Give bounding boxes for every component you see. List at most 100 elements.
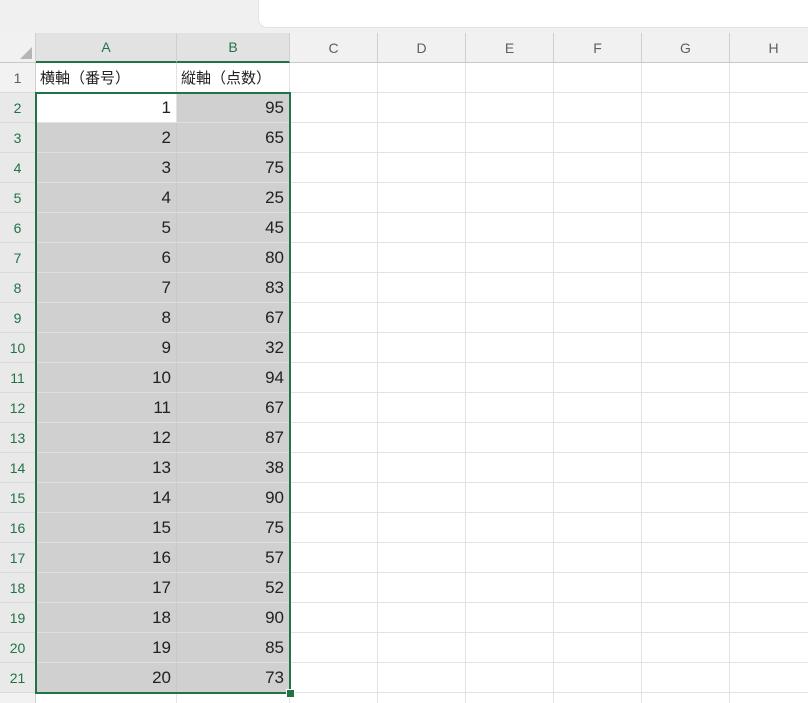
cell-D9[interactable] — [378, 303, 466, 333]
cell-E2[interactable] — [466, 93, 554, 123]
cell-D12[interactable] — [378, 393, 466, 423]
cell-B15[interactable]: 90 — [177, 483, 290, 513]
cell-E13[interactable] — [466, 423, 554, 453]
cell-C9[interactable] — [290, 303, 378, 333]
row-header-19[interactable]: 19 — [0, 603, 36, 633]
cell-G8[interactable] — [642, 273, 730, 303]
cell-C6[interactable] — [290, 213, 378, 243]
cell-H3[interactable] — [730, 123, 808, 153]
cell-C2[interactable] — [290, 93, 378, 123]
cell-E20[interactable] — [466, 633, 554, 663]
cell-H8[interactable] — [730, 273, 808, 303]
cell-B11[interactable]: 94 — [177, 363, 290, 393]
cell-E4[interactable] — [466, 153, 554, 183]
cell-F7[interactable] — [554, 243, 642, 273]
cell-E7[interactable] — [466, 243, 554, 273]
cell-G22[interactable] — [642, 693, 730, 703]
cell-F6[interactable] — [554, 213, 642, 243]
row-header-22[interactable]: 22 — [0, 693, 36, 703]
cell-F5[interactable] — [554, 183, 642, 213]
cell-H9[interactable] — [730, 303, 808, 333]
cell-G6[interactable] — [642, 213, 730, 243]
cell-D1[interactable] — [378, 63, 466, 93]
row-header-9[interactable]: 9 — [0, 303, 36, 333]
cell-G21[interactable] — [642, 663, 730, 693]
cell-G17[interactable] — [642, 543, 730, 573]
cell-A20[interactable]: 19 — [36, 633, 177, 663]
cell-E6[interactable] — [466, 213, 554, 243]
cell-D5[interactable] — [378, 183, 466, 213]
cell-C11[interactable] — [290, 363, 378, 393]
cell-D7[interactable] — [378, 243, 466, 273]
row-header-5[interactable]: 5 — [0, 183, 36, 213]
cell-G3[interactable] — [642, 123, 730, 153]
cell-E11[interactable] — [466, 363, 554, 393]
cell-G9[interactable] — [642, 303, 730, 333]
cell-F11[interactable] — [554, 363, 642, 393]
row-header-1[interactable]: 1 — [0, 63, 36, 93]
cell-H2[interactable] — [730, 93, 808, 123]
cell-E19[interactable] — [466, 603, 554, 633]
cell-C10[interactable] — [290, 333, 378, 363]
cell-D21[interactable] — [378, 663, 466, 693]
cell-B8[interactable]: 83 — [177, 273, 290, 303]
cell-A17[interactable]: 16 — [36, 543, 177, 573]
cell-E9[interactable] — [466, 303, 554, 333]
cell-G19[interactable] — [642, 603, 730, 633]
column-header-D[interactable]: D — [378, 33, 466, 63]
cell-A1[interactable]: 横軸（番号） — [36, 63, 177, 93]
cell-E8[interactable] — [466, 273, 554, 303]
cell-A4[interactable]: 3 — [36, 153, 177, 183]
cell-A10[interactable]: 9 — [36, 333, 177, 363]
column-header-C[interactable]: C — [290, 33, 378, 63]
row-header-14[interactable]: 14 — [0, 453, 36, 483]
cell-F9[interactable] — [554, 303, 642, 333]
cell-F1[interactable] — [554, 63, 642, 93]
cell-A15[interactable]: 14 — [36, 483, 177, 513]
row-header-2[interactable]: 2 — [0, 93, 36, 123]
cell-C8[interactable] — [290, 273, 378, 303]
cell-B13[interactable]: 87 — [177, 423, 290, 453]
cell-D10[interactable] — [378, 333, 466, 363]
cell-D13[interactable] — [378, 423, 466, 453]
cell-G14[interactable] — [642, 453, 730, 483]
cell-F16[interactable] — [554, 513, 642, 543]
cell-A9[interactable]: 8 — [36, 303, 177, 333]
cell-A8[interactable]: 7 — [36, 273, 177, 303]
cell-D4[interactable] — [378, 153, 466, 183]
column-header-H[interactable]: H — [730, 33, 808, 63]
cell-H5[interactable] — [730, 183, 808, 213]
row-header-3[interactable]: 3 — [0, 123, 36, 153]
cell-C18[interactable] — [290, 573, 378, 603]
cell-E21[interactable] — [466, 663, 554, 693]
cell-D15[interactable] — [378, 483, 466, 513]
cell-C15[interactable] — [290, 483, 378, 513]
row-header-11[interactable]: 11 — [0, 363, 36, 393]
cell-B14[interactable]: 38 — [177, 453, 290, 483]
cell-F19[interactable] — [554, 603, 642, 633]
cell-B2[interactable]: 95 — [177, 93, 290, 123]
cell-A12[interactable]: 11 — [36, 393, 177, 423]
cell-B17[interactable]: 57 — [177, 543, 290, 573]
cell-B7[interactable]: 80 — [177, 243, 290, 273]
cell-C21[interactable] — [290, 663, 378, 693]
cell-F13[interactable] — [554, 423, 642, 453]
cell-G2[interactable] — [642, 93, 730, 123]
cell-H20[interactable] — [730, 633, 808, 663]
cell-E1[interactable] — [466, 63, 554, 93]
cell-E5[interactable] — [466, 183, 554, 213]
cell-F8[interactable] — [554, 273, 642, 303]
row-header-7[interactable]: 7 — [0, 243, 36, 273]
cell-D3[interactable] — [378, 123, 466, 153]
row-header-21[interactable]: 21 — [0, 663, 36, 693]
row-header-16[interactable]: 16 — [0, 513, 36, 543]
cell-B21[interactable]: 73 — [177, 663, 290, 693]
cell-H22[interactable] — [730, 693, 808, 703]
cell-G5[interactable] — [642, 183, 730, 213]
cell-G15[interactable] — [642, 483, 730, 513]
cell-H13[interactable] — [730, 423, 808, 453]
cell-A16[interactable]: 15 — [36, 513, 177, 543]
row-header-20[interactable]: 20 — [0, 633, 36, 663]
cell-A5[interactable]: 4 — [36, 183, 177, 213]
cell-H16[interactable] — [730, 513, 808, 543]
